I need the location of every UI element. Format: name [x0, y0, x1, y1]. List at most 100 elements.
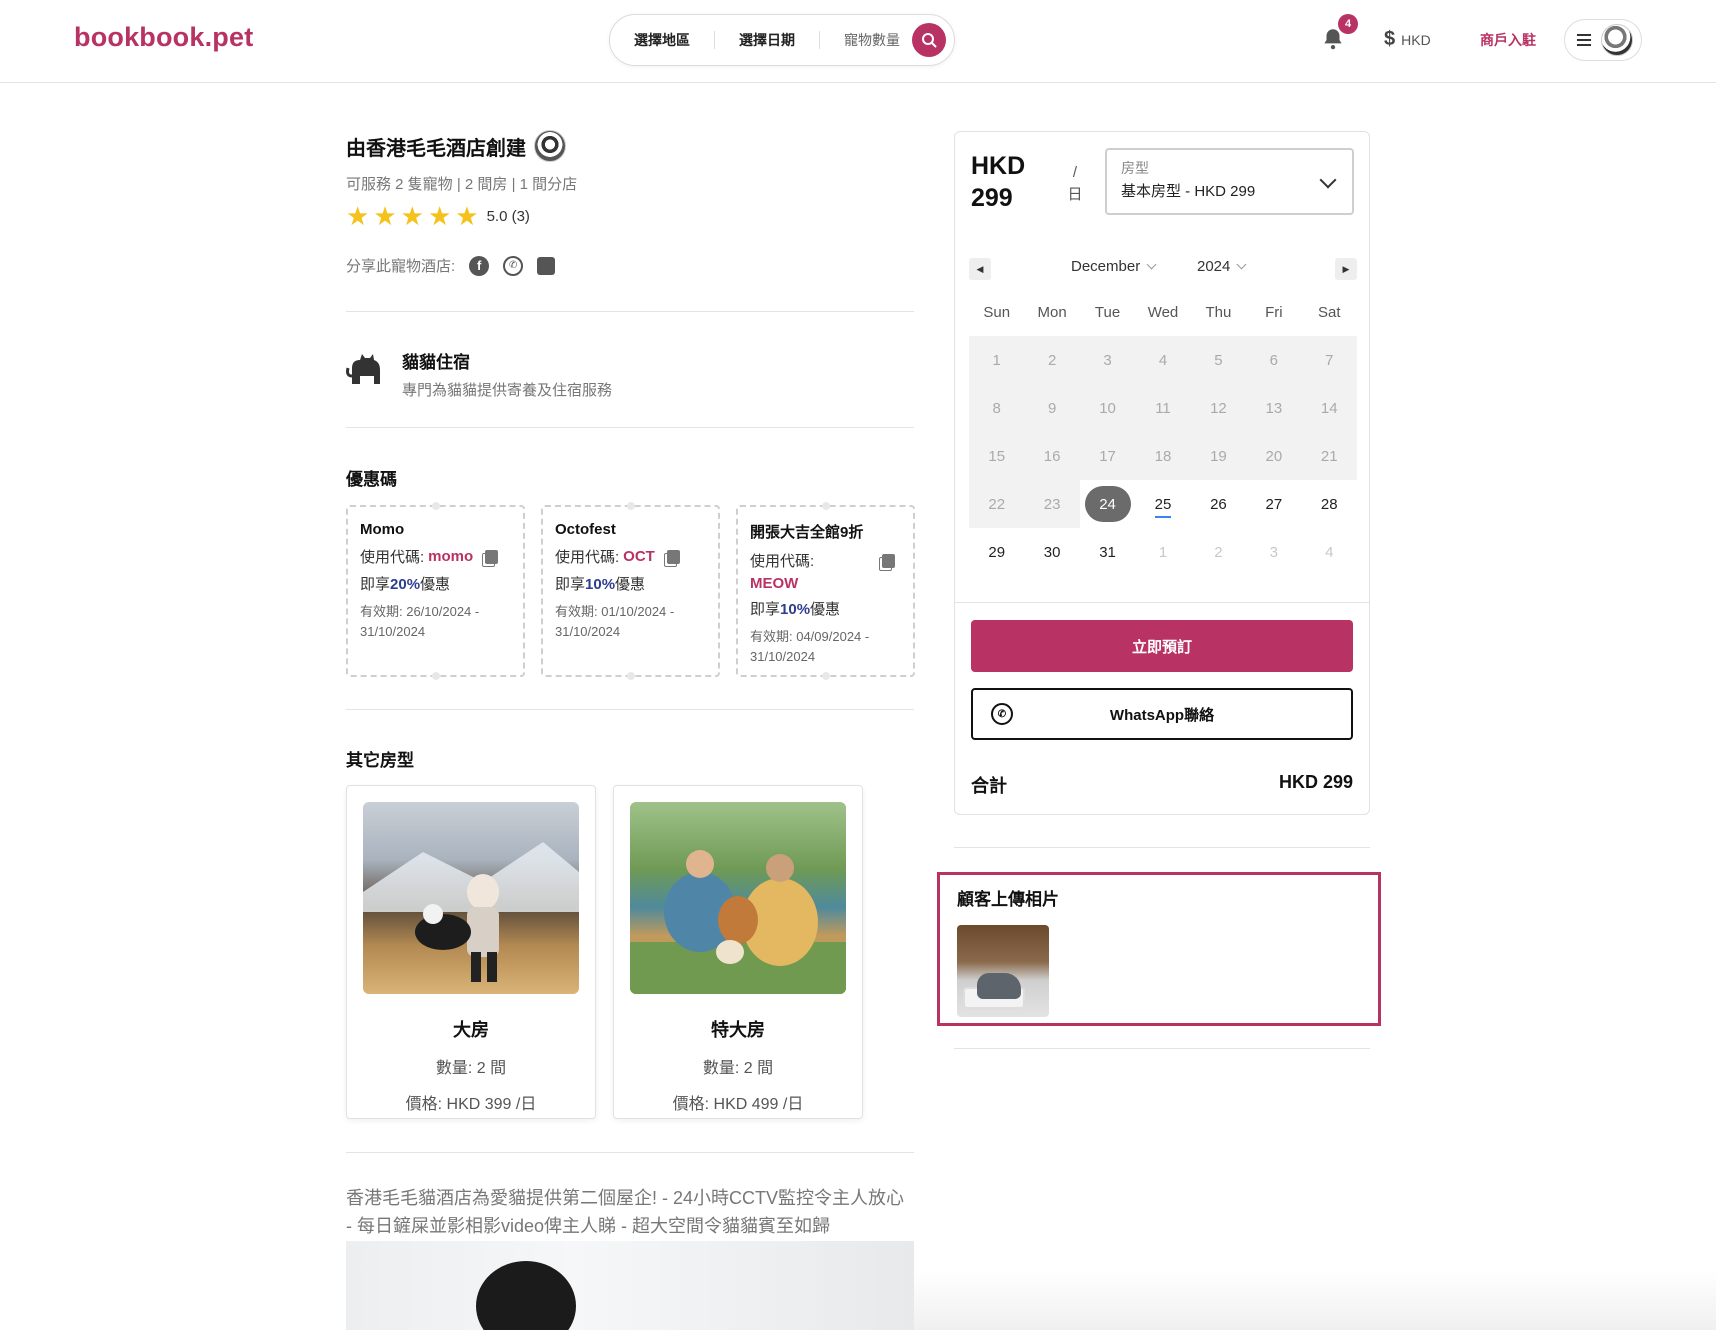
search-bar[interactable]: 選擇地區 選擇日期 寵物數量: [609, 14, 955, 66]
calendar-day: 10: [1079, 384, 1136, 432]
calendar-day: 5: [1190, 336, 1247, 384]
calendar-weekdays: Sun Mon Tue Wed Thu Fri Sat: [969, 304, 1357, 321]
room-price: 價格: HKD 399 /日: [405, 1096, 537, 1113]
coupon-discount: 即享10%優惠: [555, 573, 706, 594]
prev-month-button[interactable]: ◀: [969, 258, 991, 280]
copy-link-icon[interactable]: [537, 256, 556, 275]
discount-percent: 10%: [585, 576, 616, 593]
calendar-grid: 1 2 3 4 5 6 7 8 9 10 11 12 13 14 15 16 17 18 19 20 21 22 23 24 2…: [969, 336, 1357, 576]
customer-photo-thumbnail[interactable]: [957, 925, 1049, 1017]
region-selector[interactable]: 選擇地區: [610, 31, 715, 49]
coupon-code: MEOW: [750, 575, 799, 592]
coupon-code: momo: [428, 548, 474, 565]
date-selector[interactable]: 選擇日期: [715, 31, 820, 49]
calendar-day[interactable]: 29: [969, 528, 1024, 576]
site-logo[interactable]: bookbook.pet: [74, 22, 253, 53]
calendar-day: 15: [969, 432, 1025, 480]
dollar-icon: $: [1384, 28, 1396, 50]
calendar-day[interactable]: 27: [1246, 480, 1301, 528]
search-button[interactable]: [912, 23, 946, 57]
service-title: 貓貓住宿: [402, 353, 470, 372]
room-card[interactable]: 大房 數量: 2 間 價格: HKD 399 /日: [346, 785, 596, 1119]
calendar-day-number: 22: [988, 495, 1006, 513]
star-icon: ★: [427, 201, 452, 231]
rating-value[interactable]: 5.0 (3): [487, 208, 530, 225]
calendar-day-number: 14: [1320, 399, 1338, 417]
calendar-day-number: 15: [988, 447, 1006, 465]
calendar-day-number: 29: [988, 543, 1006, 561]
room-card[interactable]: 特大房 數量: 2 間 價格: HKD 499 /日: [613, 785, 863, 1119]
calendar-day[interactable]: 24: [1080, 480, 1135, 528]
calendar-day: 2: [1024, 336, 1080, 384]
month-select[interactable]: December: [1071, 258, 1157, 275]
calendar-day[interactable]: 25: [1135, 480, 1190, 528]
room-list: 大房 數量: 2 間 價格: HKD 399 /日 特大房 數量: 2 間 價格…: [346, 785, 863, 1119]
coupon-code-row: 使用代碼: momo: [360, 546, 511, 567]
facebook-icon[interactable]: f: [469, 255, 490, 276]
merchant-link[interactable]: 商戶入駐: [1480, 30, 1536, 50]
coupon-name: Octofest: [555, 521, 616, 538]
whatsapp-icon: ✆: [991, 703, 1013, 725]
calendar-day: 2: [1191, 528, 1246, 576]
calendar-day-number: 20: [1265, 447, 1283, 465]
divider: [346, 311, 914, 312]
next-month-button[interactable]: ▶: [1335, 258, 1357, 280]
currency-selector[interactable]: $ HKD: [1384, 28, 1431, 51]
cat-icon: [346, 354, 380, 384]
year-select[interactable]: 2024: [1197, 258, 1247, 275]
calendar-day[interactable]: 26: [1191, 480, 1246, 528]
calendar-day: 11: [1135, 384, 1191, 432]
user-menu-button[interactable]: [1564, 19, 1642, 61]
calendar-day: 16: [1024, 432, 1080, 480]
whatsapp-icon[interactable]: ✆: [503, 255, 524, 276]
hotel-description: 香港毛毛貓酒店為愛貓提供第二個屋企! - 24小時CCTV監控令主人放心 - 每…: [346, 1188, 905, 1236]
whatsapp-contact-button[interactable]: ✆ WhatsApp聯絡: [971, 688, 1353, 740]
calendar-day-number: 13: [1265, 399, 1283, 417]
copy-icon[interactable]: [666, 549, 680, 564]
price-per-day: HKD 299: [971, 152, 1026, 212]
page-title: 由香港毛毛酒店創建: [346, 137, 526, 160]
coupon-validity: 有效期: 04/09/2024 - 31/10/2024: [750, 629, 870, 664]
weekday-label: Sun: [983, 304, 1011, 321]
calendar-day: 18: [1135, 432, 1191, 480]
calendar-day-number: 28: [1320, 495, 1338, 513]
divider: [955, 602, 1369, 603]
weekday-label: Fri: [1265, 304, 1283, 321]
coupon-discount: 即享20%優惠: [360, 573, 511, 594]
divider: [346, 1152, 914, 1153]
room-photo-illustration: [630, 850, 846, 994]
creator-avatar[interactable]: [534, 130, 566, 162]
room-price: 價格: HKD 499 /日: [672, 1096, 804, 1113]
calendar-day: 20: [1246, 432, 1302, 480]
pet-count-selector[interactable]: 寵物數量: [820, 31, 908, 49]
calendar-day: 3: [1079, 336, 1136, 384]
calendar-day: 19: [1190, 432, 1247, 480]
hotel-title-row: 由香港毛毛酒店創建: [346, 130, 566, 162]
calendar-day[interactable]: 28: [1302, 480, 1357, 528]
room-type-select[interactable]: 房型 基本房型 - HKD 299: [1105, 148, 1354, 215]
calendar-day-number: 17: [1099, 447, 1116, 465]
weekday-label: Sat: [1318, 304, 1341, 321]
calendar-day-number: 1: [1158, 543, 1168, 561]
book-now-button[interactable]: 立即預訂: [971, 620, 1353, 672]
calendar-day-number: 21: [1320, 447, 1338, 465]
room-type-value: 基本房型 - HKD 299: [1121, 183, 1256, 200]
calendar-day-number: 7: [1325, 351, 1334, 369]
room-name: 特大房: [711, 1020, 765, 1040]
coupon-code-label: 使用代碼:: [750, 553, 815, 570]
calendar-day-number: 24: [1099, 495, 1116, 513]
copy-icon[interactable]: [485, 549, 499, 564]
total-label: 合計: [971, 776, 1007, 796]
other-rooms-title: 其它房型: [346, 751, 414, 770]
calendar-day[interactable]: 31: [1080, 528, 1135, 576]
calendar-day-number: 6: [1269, 351, 1279, 369]
calendar-day: 21: [1301, 432, 1357, 480]
divider: [346, 709, 914, 710]
copy-icon[interactable]: [882, 553, 895, 568]
calendar-day: 8: [969, 384, 1025, 432]
calendar-day-number: 16: [1043, 447, 1061, 465]
coupon-code-row: 使用代碼: MEOW: [750, 550, 901, 592]
calendar-day[interactable]: 30: [1024, 528, 1079, 576]
calendar-day-number: 30: [1043, 543, 1061, 561]
room-photo: [363, 802, 579, 994]
